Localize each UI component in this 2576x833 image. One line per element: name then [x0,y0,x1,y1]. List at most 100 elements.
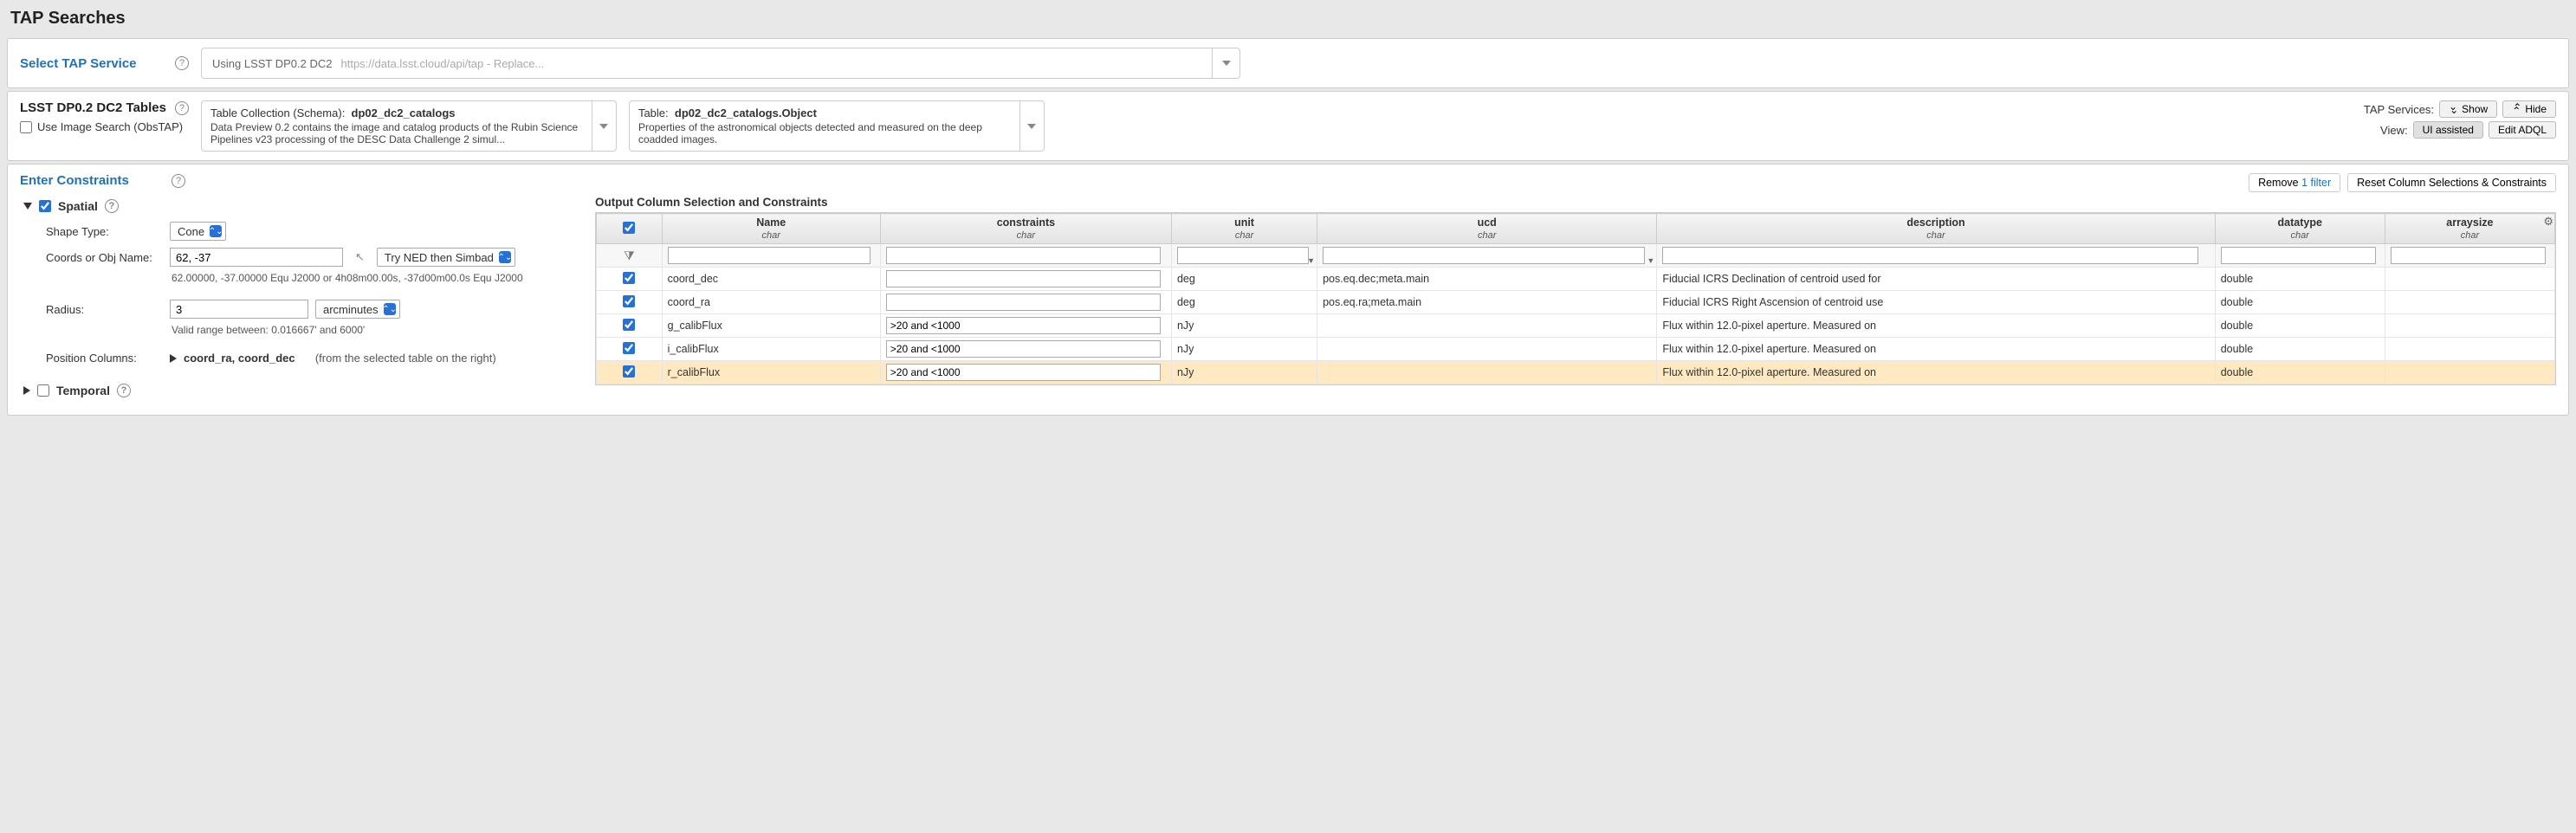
filter-cell[interactable] [2385,244,2554,268]
cell-description: Flux within 12.0-pixel aperture. Measure… [1657,361,2215,384]
cell-datatype: double [2215,291,2385,314]
cell-arraysize [2385,338,2554,361]
filter-cell[interactable] [880,244,1171,268]
tables-label: LSST DP0.2 DC2 Tables [20,100,166,115]
select-arrow-icon: ⌃⌄ [210,225,222,237]
cell-description: Fiducial ICRS Declination of centroid us… [1657,268,2215,291]
table-prefix: Table: [638,107,669,119]
constraints-panel: Enter Constraints ? Remove 1 filter Rese… [7,164,2569,416]
table-row[interactable]: coord_radegpos.eq.ra;meta.mainFiducial I… [597,291,2555,314]
obstap-checkbox[interactable] [20,121,32,133]
filter-input[interactable] [1662,247,2198,264]
cell-arraysize [2385,361,2554,384]
help-icon[interactable]: ? [105,199,119,213]
chevron-down-icon[interactable] [1212,48,1239,78]
reset-columns-button[interactable]: Reset Column Selections & Constraints [2347,173,2556,192]
filter-input[interactable] [668,247,871,264]
cell-unit: nJy [1171,314,1317,338]
coords-input[interactable] [170,248,343,267]
radius-unit-select[interactable]: arcminutes ⌃⌄ [315,300,400,319]
table-name: dp02_dc2_catalogs.Object [675,107,817,119]
column-header[interactable]: arraysizechar [2385,214,2554,244]
column-header[interactable]: constraintschar [880,214,1171,244]
help-icon[interactable]: ? [117,384,131,397]
chevron-down-icon[interactable] [1019,101,1044,151]
coords-note: 62.00000, -37.00000 Equ J2000 or 4h08m00… [172,272,574,284]
position-cols-value: coord_ra, coord_dec [184,352,295,365]
hide-button[interactable]: Hide [2502,100,2556,118]
select-all-checkbox[interactable] [623,222,635,234]
cell-ucd: pos.eq.dec;meta.main [1317,268,1657,291]
row-checkbox[interactable] [623,319,635,331]
cell-arraysize [2385,291,2554,314]
filter-cell[interactable]: ▼ [1317,244,1657,268]
radius-label: Radius: [46,303,163,316]
table-select[interactable]: Table: dp02_dc2_catalogs.Object Properti… [629,100,1045,152]
show-button[interactable]: Show [2439,100,2497,118]
column-header[interactable]: ucdchar [1317,214,1657,244]
table-row[interactable]: i_calibFluxnJyFlux within 12.0-pixel ape… [597,338,2555,361]
constraints-input[interactable] [886,364,1161,381]
row-checkbox[interactable] [623,295,635,307]
table-row[interactable]: coord_decdegpos.eq.dec;meta.mainFiducial… [597,268,2555,291]
constraints-input[interactable] [886,270,1161,287]
cell-name: coord_dec [662,268,880,291]
filter-cell[interactable] [662,244,880,268]
cell-unit: deg [1171,291,1317,314]
temporal-checkbox[interactable] [37,384,49,397]
help-icon[interactable]: ? [175,56,189,70]
position-cols-label: Position Columns: [46,352,163,365]
row-checkbox[interactable] [623,272,635,284]
column-header[interactable]: Namechar [662,214,880,244]
constraints-input[interactable] [886,340,1161,358]
service-name: Using LSST DP0.2 DC2 [212,57,333,70]
chevron-down-icon[interactable]: ▼ [1307,256,1315,265]
cell-description: Flux within 12.0-pixel aperture. Measure… [1657,314,2215,338]
remove-filter-button[interactable]: Remove 1 filter [2249,173,2340,192]
filter-cell[interactable]: ▼ [1171,244,1317,268]
funnel-icon[interactable]: ⧩ [624,249,635,262]
select-service-label: Select TAP Service [20,56,163,71]
constraints-input[interactable] [886,294,1161,311]
filter-cell[interactable] [1657,244,2215,268]
help-icon[interactable]: ? [172,174,185,188]
filter-input[interactable] [886,247,1161,264]
column-header[interactable]: datatypechar [2215,214,2385,244]
row-checkbox[interactable] [623,365,635,378]
edit-adql-button[interactable]: Edit ADQL [2489,121,2556,139]
schema-select[interactable]: Table Collection (Schema): dp02_dc2_cata… [201,100,617,152]
tap-service-select[interactable]: Using LSST DP0.2 DC2 https://data.lsst.c… [201,48,1240,79]
table-row[interactable]: r_calibFluxnJyFlux within 12.0-pixel ape… [597,361,2555,384]
try-resolver-select[interactable]: Try NED then Simbad ⌃⌄ [377,248,515,267]
filter-input[interactable] [2221,247,2376,264]
help-icon[interactable]: ? [175,101,189,115]
cell-datatype: double [2215,361,2385,384]
filter-input[interactable] [1177,247,1309,264]
constraints-input[interactable] [886,317,1161,334]
collapse-toggle-icon[interactable] [23,203,32,210]
cell-ucd [1317,338,1657,361]
spatial-checkbox[interactable] [39,200,51,212]
expand-toggle-icon[interactable] [23,386,30,395]
filter-input[interactable] [2391,247,2547,264]
table-row[interactable]: g_calibFluxnJyFlux within 12.0-pixel ape… [597,314,2555,338]
filter-input[interactable] [1323,247,1645,264]
column-header[interactable]: unitchar [1171,214,1317,244]
cell-name: coord_ra [662,291,880,314]
gear-icon[interactable]: ⚙ [2543,215,2553,229]
filter-cell[interactable] [2215,244,2385,268]
expand-toggle-icon[interactable] [170,354,177,363]
shape-type-select[interactable]: Cone ⌃⌄ [170,222,226,241]
chevron-down-icon[interactable]: ▼ [1647,256,1654,265]
cell-arraysize [2385,268,2554,291]
ui-assisted-button[interactable]: UI assisted [2413,121,2483,139]
shape-type-label: Shape Type: [46,225,163,238]
row-checkbox[interactable] [623,342,635,354]
select-arrow-icon: ⌃⌄ [499,251,511,263]
obstap-toggle[interactable]: Use Image Search (ObsTAP) [20,120,189,133]
cell-unit: nJy [1171,338,1317,361]
column-header[interactable]: descriptionchar [1657,214,2215,244]
radius-input[interactable] [170,300,308,319]
chevron-down-icon[interactable] [592,101,616,151]
spatial-label: Spatial [58,199,98,213]
